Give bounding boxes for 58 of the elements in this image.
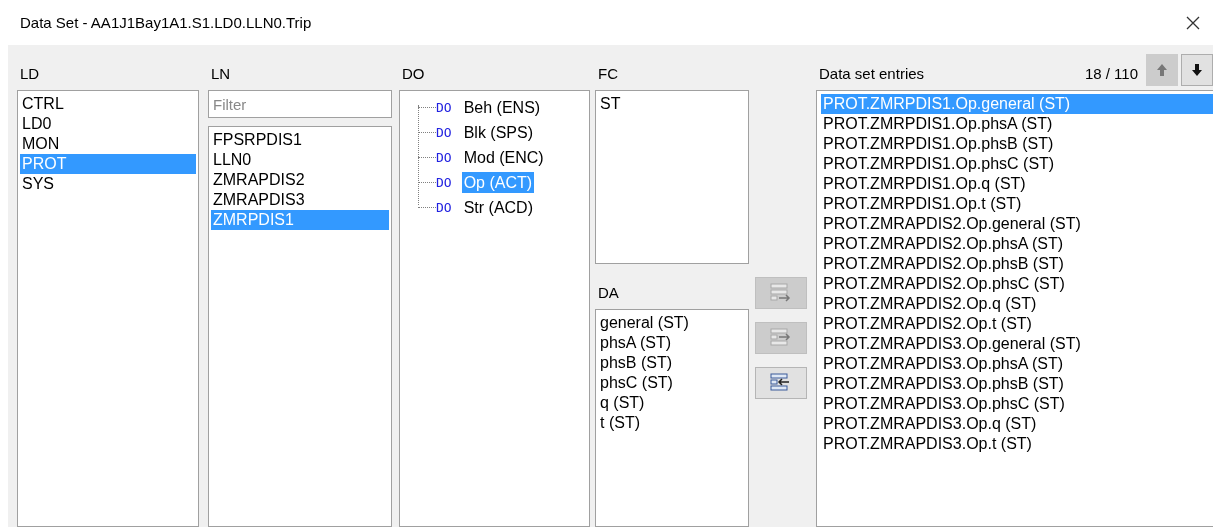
tree-item[interactable]: Beh (ENS): [461, 97, 543, 118]
node-type-label: DO: [436, 175, 452, 190]
list-item[interactable]: t (ST): [598, 413, 746, 433]
column-label: LD: [19, 64, 41, 84]
list-item[interactable]: phsB (ST): [598, 353, 746, 373]
list-item[interactable]: LLN0: [211, 150, 389, 170]
list-item[interactable]: ZMRAPDIS2: [211, 170, 389, 190]
remove-icon: [770, 373, 792, 393]
list-item[interactable]: PROT.ZMRAPDIS3.Op.q (ST): [821, 414, 1213, 434]
list-item[interactable]: phsC (ST): [598, 373, 746, 393]
list-item[interactable]: PROT.ZMRPDIS1.Op.t (ST): [821, 194, 1213, 214]
add-icon: [770, 328, 792, 348]
column-label: FC: [597, 64, 619, 84]
node-type-label: DO: [436, 150, 452, 165]
list-item[interactable]: PROT.ZMRAPDIS3.Op.phsC (ST): [821, 394, 1213, 414]
entry-count: 18 / 110: [1084, 65, 1138, 84]
list-item[interactable]: ZMRAPDIS3: [211, 190, 389, 210]
list-item[interactable]: PROT.ZMRPDIS1.Op.phsC (ST): [821, 154, 1213, 174]
node-type-label: DO: [436, 100, 452, 115]
list-item[interactable]: PROT.ZMRAPDIS3.Op.phsA (ST): [821, 354, 1213, 374]
transfer-button[interactable]: [755, 367, 807, 399]
window-title: Data Set - AA1J1Bay1A1.S1.LD0.LLN0.Trip: [20, 14, 312, 31]
list-item[interactable]: ST: [598, 94, 746, 114]
list-item[interactable]: PROT.ZMRAPDIS2.Op.general (ST): [821, 214, 1213, 234]
filter-field[interactable]: Filter: [208, 90, 392, 118]
list-item[interactable]: PROT.ZMRAPDIS3.Op.general (ST): [821, 334, 1213, 354]
list-item[interactable]: MON: [20, 134, 196, 154]
list-item[interactable]: LD0: [20, 114, 196, 134]
tree-item[interactable]: Str (ACD): [461, 197, 535, 218]
node-type-label: DO: [436, 200, 452, 215]
close-icon[interactable]: [1185, 14, 1201, 31]
arrow-down-icon: [1191, 63, 1203, 77]
list-item[interactable]: PROT.ZMRAPDIS2.Op.phsB (ST): [821, 254, 1213, 274]
list-item[interactable]: general (ST): [598, 313, 746, 333]
column-label: Data set entries: [818, 65, 926, 84]
tree-item[interactable]: Blk (SPS): [461, 122, 535, 143]
list-item[interactable]: SYS: [20, 174, 196, 194]
list-item[interactable]: FPSRPDIS1: [211, 130, 389, 150]
arrow-up-icon: [1156, 63, 1168, 77]
list-item[interactable]: phsA (ST): [598, 333, 746, 353]
list-item[interactable]: PROT.ZMRPDIS1.Op.phsB (ST): [821, 134, 1213, 154]
list-item[interactable]: CTRL: [20, 94, 196, 114]
list-item[interactable]: PROT.ZMRAPDIS2.Op.t (ST): [821, 314, 1213, 334]
list-item[interactable]: PROT.ZMRAPDIS2.Op.phsA (ST): [821, 234, 1213, 254]
list-item[interactable]: PROT.ZMRAPDIS3.Op.phsB (ST): [821, 374, 1213, 394]
list-item[interactable]: q (ST): [598, 393, 746, 413]
node-type-label: DO: [436, 125, 452, 140]
list-item[interactable]: PROT.ZMRAPDIS2.Op.phsC (ST): [821, 274, 1213, 294]
list-item[interactable]: PROT.ZMRAPDIS3.Op.t (ST): [821, 434, 1213, 454]
list-item[interactable]: PROT.ZMRPDIS1.Op.q (ST): [821, 174, 1213, 194]
add-all-icon: [770, 283, 792, 303]
list-item[interactable]: PROT.ZMRAPDIS2.Op.q (ST): [821, 294, 1213, 314]
column-label: DA: [597, 283, 620, 303]
list-item[interactable]: PROT.ZMRPDIS1.Op.phsA (ST): [821, 114, 1213, 134]
column-label: LN: [210, 64, 232, 84]
column-label: DO: [401, 64, 426, 84]
move-down-button[interactable]: [1181, 54, 1213, 86]
tree-item[interactable]: Mod (ENC): [461, 147, 546, 168]
